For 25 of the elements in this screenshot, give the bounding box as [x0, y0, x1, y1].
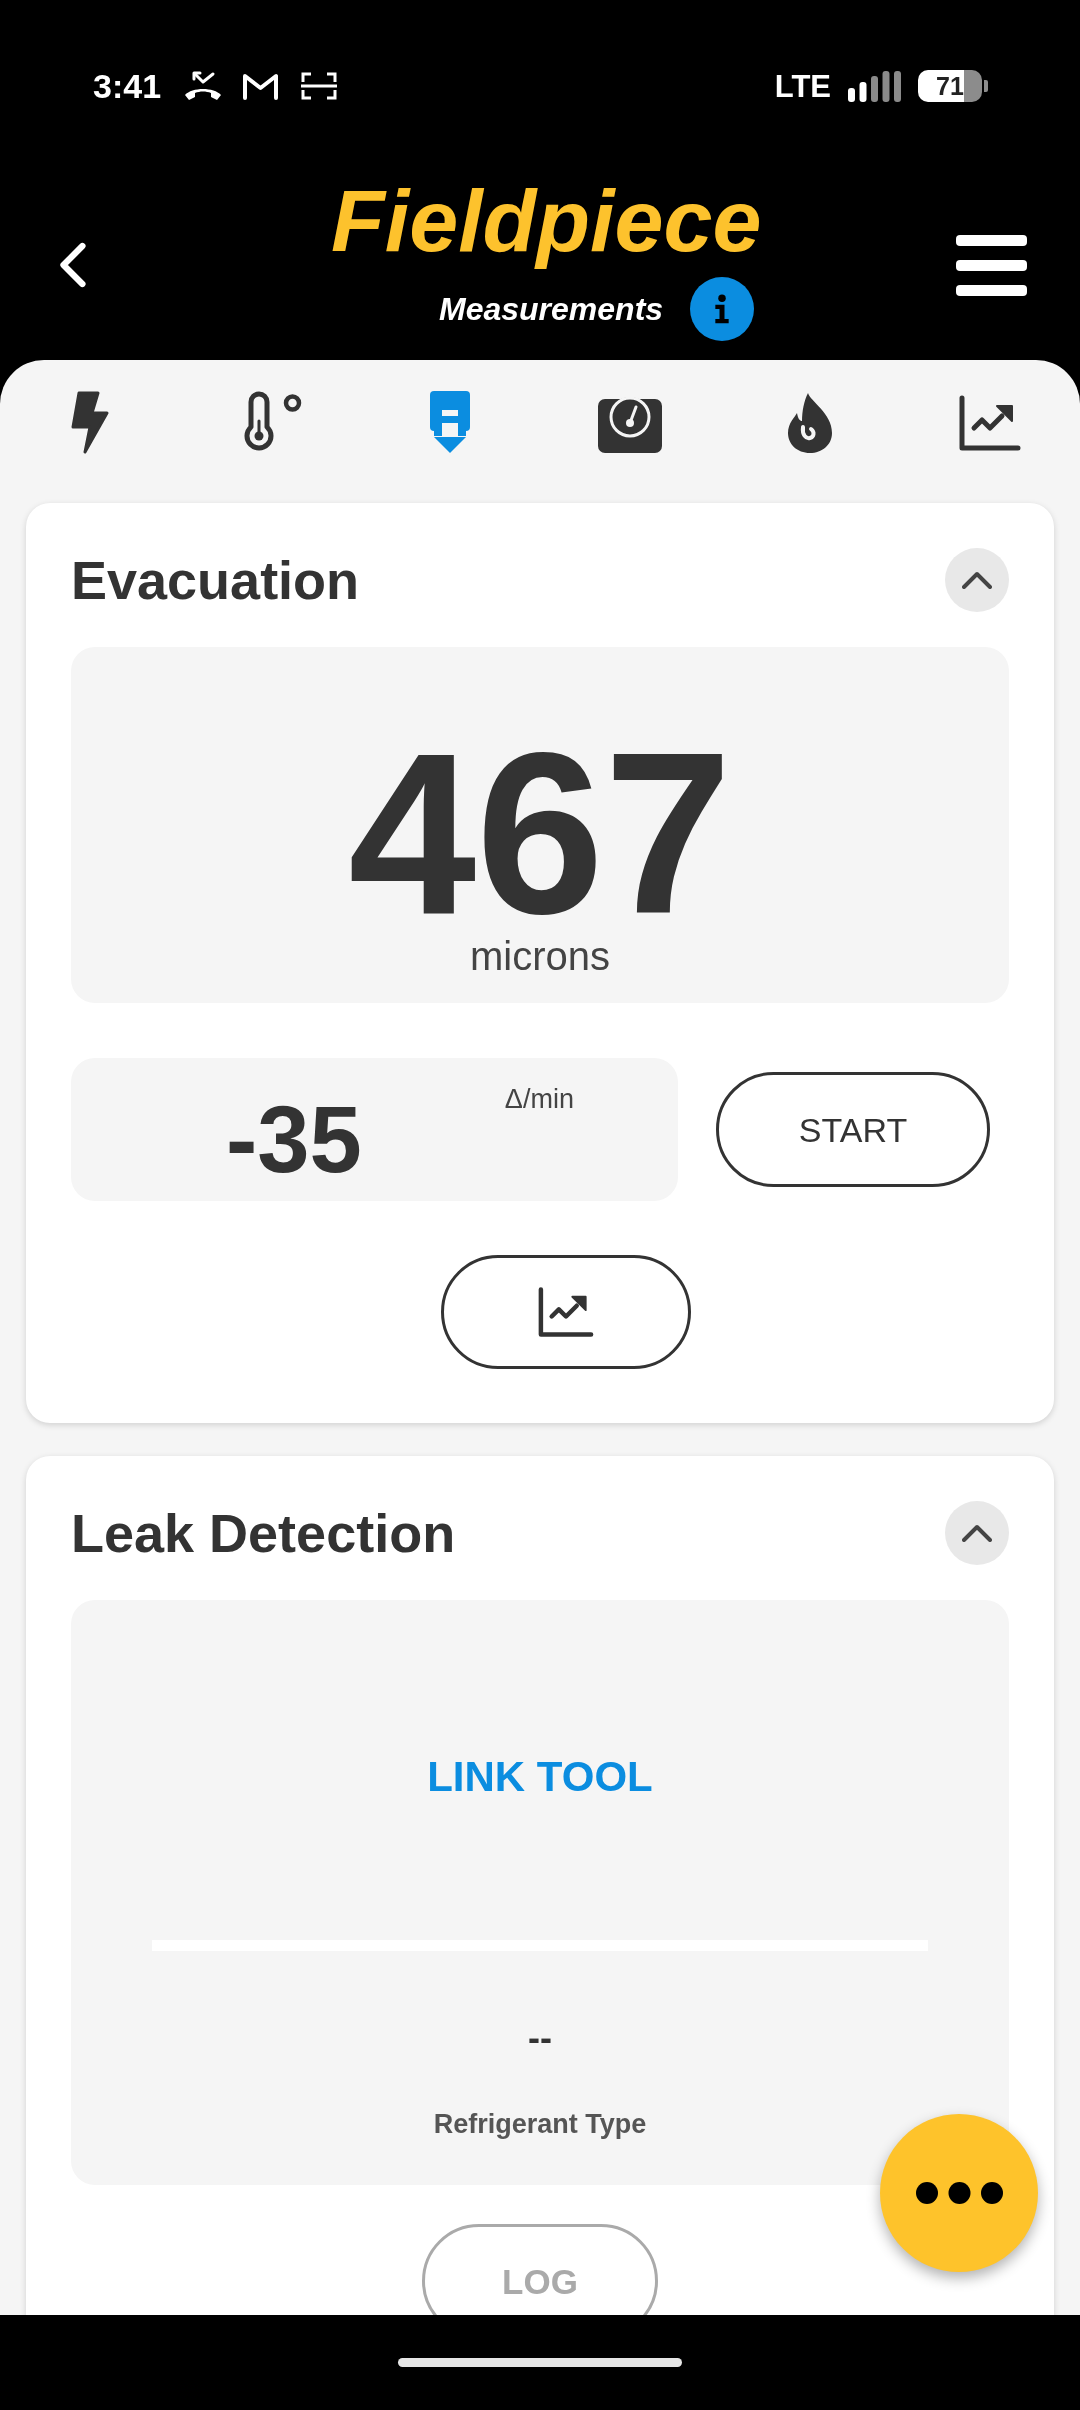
- signal-icon: [848, 70, 902, 102]
- page-title: Measurements: [439, 293, 664, 325]
- trend-chart-icon: [958, 393, 1022, 452]
- trend-chart-icon: [537, 1286, 595, 1338]
- start-button[interactable]: START: [716, 1072, 990, 1187]
- card-title: Evacuation: [71, 553, 360, 607]
- menu-icon: [956, 235, 1027, 296]
- refrigerant-label: Refrigerant Type: [433, 2111, 647, 2138]
- rate-value: -35: [226, 1093, 362, 1187]
- flame-icon: [786, 391, 834, 454]
- link-tool-button[interactable]: LINK TOOL: [427, 1756, 653, 1798]
- mail-icon: [242, 72, 280, 100]
- chevron-up-icon: [962, 1524, 992, 1542]
- card-title: Leak Detection: [71, 1506, 456, 1560]
- screenshot-icon: [301, 72, 338, 100]
- status-time: 3:41: [93, 69, 162, 103]
- refrigerant-value: --: [528, 2020, 552, 2056]
- menu-button[interactable]: [956, 235, 1027, 296]
- chevron-up-icon: [962, 571, 992, 589]
- network-type: LTE: [774, 70, 831, 102]
- battery-indicator: 71: [918, 70, 988, 102]
- lightning-bolt-icon: [70, 391, 110, 454]
- rate-unit: Δ/min: [504, 1086, 574, 1113]
- more-dots-icon: [915, 2182, 1003, 2204]
- box-down-arrow-icon: [430, 391, 470, 454]
